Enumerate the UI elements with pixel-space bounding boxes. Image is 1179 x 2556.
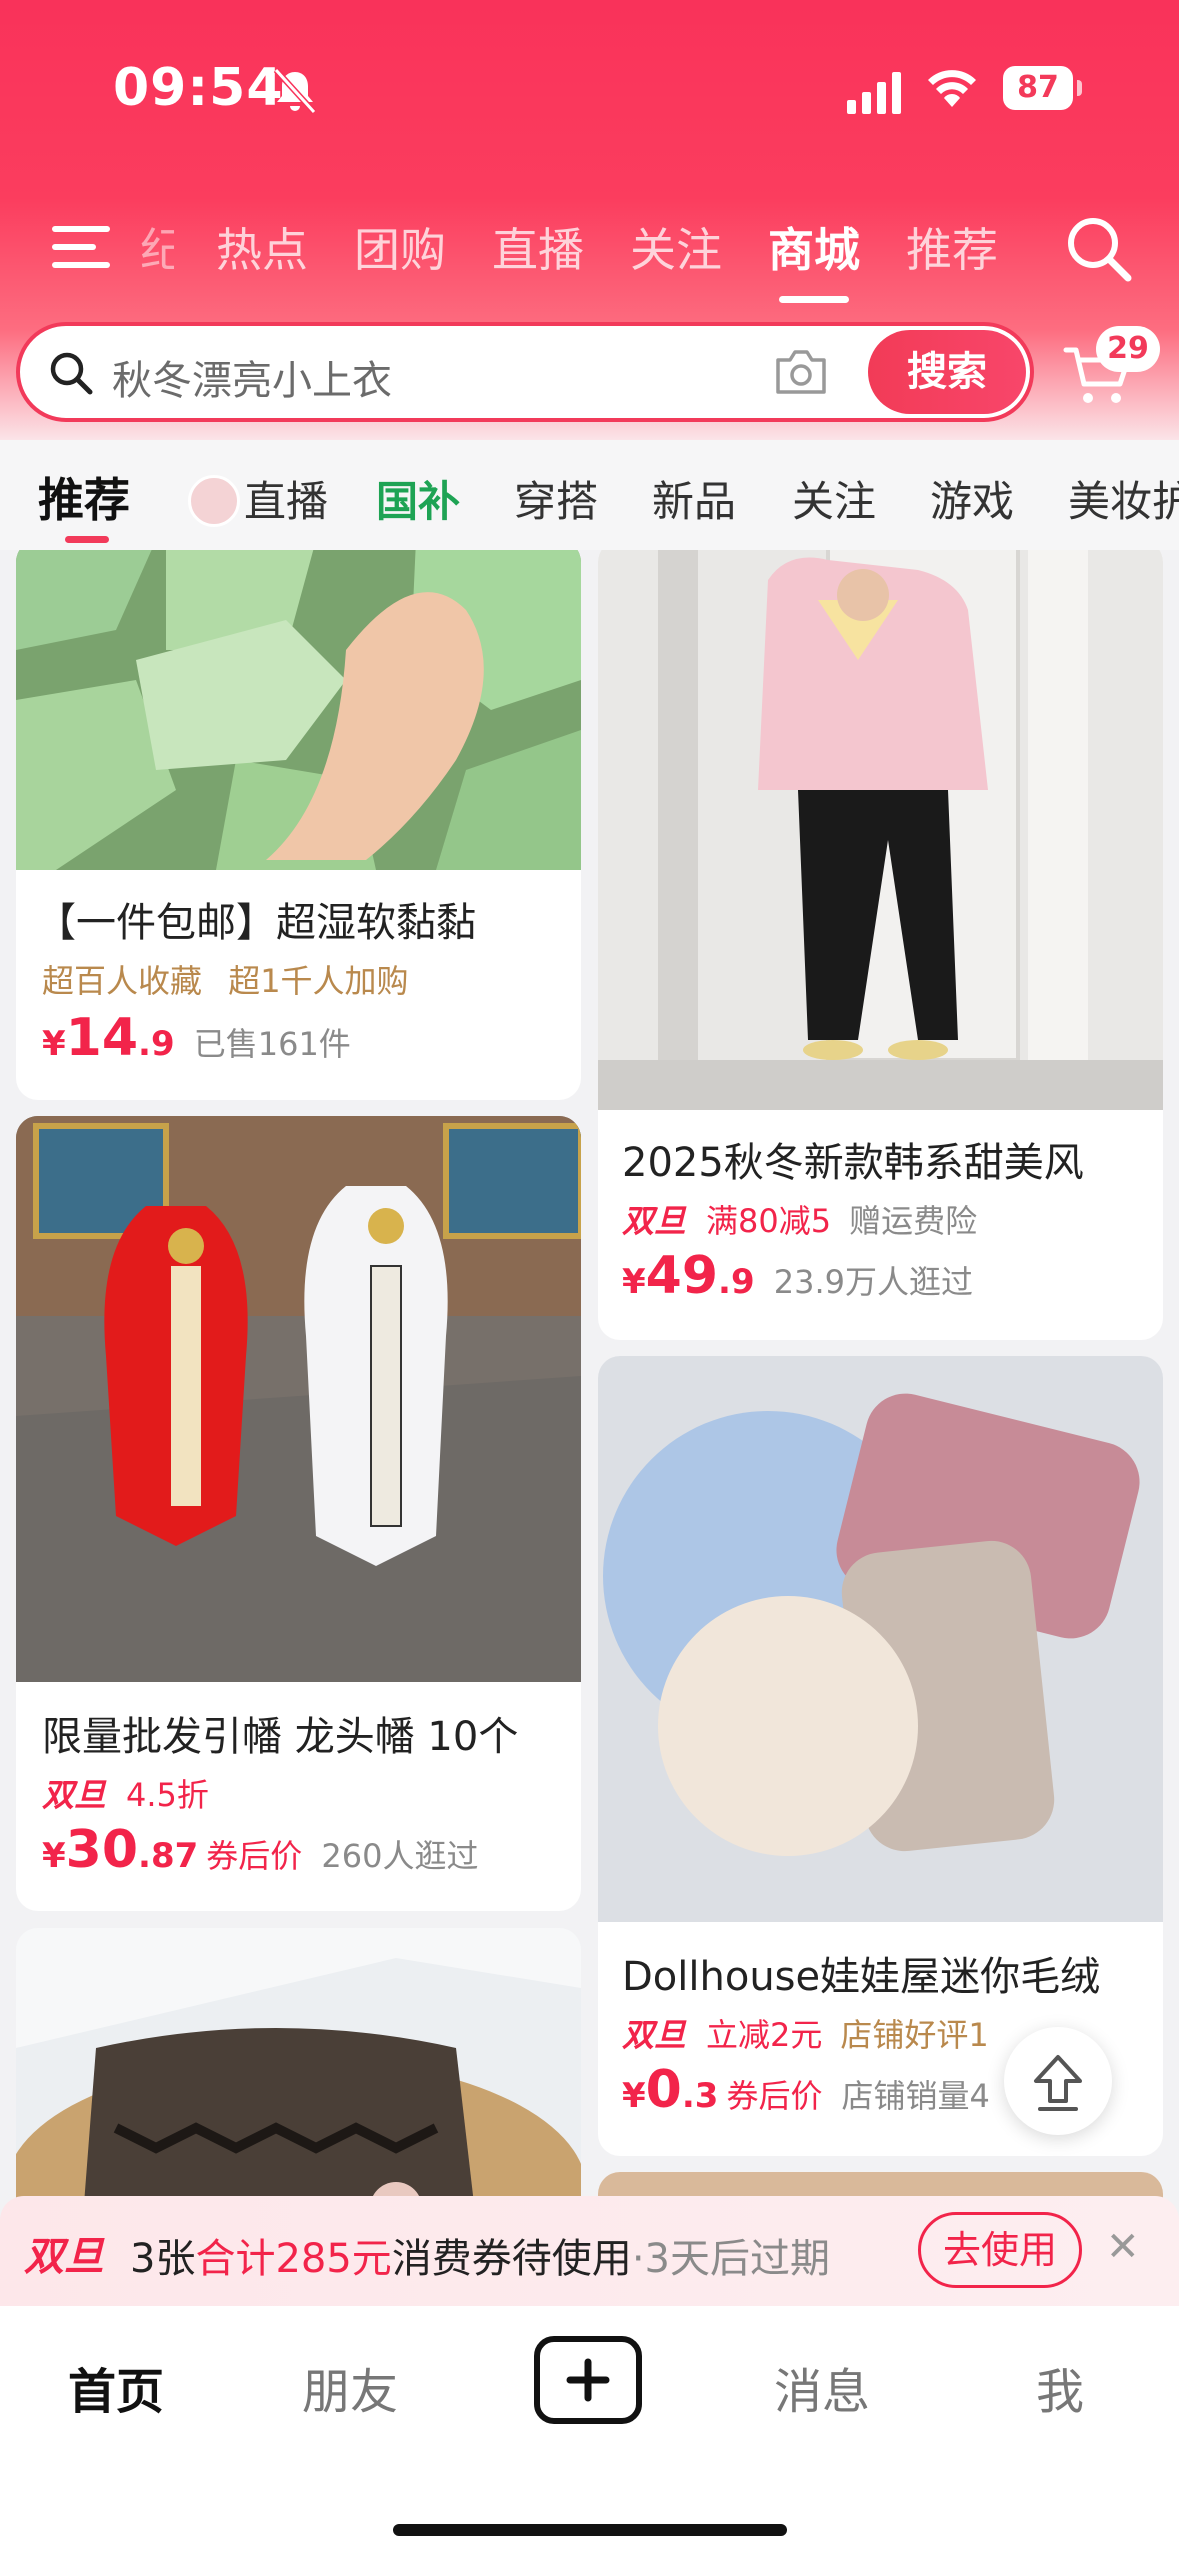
menu-icon[interactable] [52, 222, 114, 272]
nav-tab-group-buy[interactable]: 团购 [354, 214, 446, 280]
live-avatar [188, 474, 240, 527]
arrow-up-icon [1034, 2055, 1082, 2111]
product-price: ¥30.87 [42, 1820, 199, 1880]
discount-tag: 立减2元 [706, 2016, 823, 2054]
battery-indicator: 87 [1003, 66, 1082, 110]
product-title: 限量批发引幡 龙头幡 10个 [42, 1714, 519, 1760]
coupon-desc: 消费券待使用 [391, 2236, 632, 2282]
category-live-label: 直播 [244, 477, 329, 526]
top-navigation: 纪 热点 团购 直播 关注 商城 推荐 [0, 200, 1179, 310]
status-time: 09:54 [113, 58, 284, 118]
tab-messages[interactable]: 消息 [774, 2352, 870, 2422]
search-input[interactable]: 秋冬漂亮小上衣 [112, 348, 392, 406]
promo-badge: 双旦 [42, 1776, 107, 1814]
nav-tab-live[interactable]: 直播 [492, 214, 584, 280]
nav-tab-recommend[interactable]: 推荐 [906, 214, 998, 280]
product-tags: 双旦 立减2元 店铺好评1 [622, 2010, 989, 2056]
category-games[interactable]: 游戏 [930, 468, 1014, 529]
close-icon[interactable]: ✕ [1106, 2224, 1140, 2270]
camera-icon[interactable] [772, 346, 830, 398]
category-follow[interactable]: 关注 [792, 468, 876, 529]
product-tags: 双旦 满80减5 赠运费险 [622, 1196, 977, 1242]
nav-tab-hot[interactable]: 热点 [216, 214, 308, 280]
coupon-expiry: ·3天后过期 [631, 2236, 830, 2282]
cellular-signal-icon [847, 72, 901, 114]
promo-badge: 双旦 [622, 2016, 687, 2054]
nav-tab-mall[interactable]: 商城 [768, 214, 860, 280]
product-price: ¥14.9 [42, 1008, 175, 1068]
bottom-tab-bar: 首页 朋友 消息 我 [0, 2306, 1179, 2556]
category-live[interactable]: 直播 [188, 468, 328, 531]
view-count: 23.9万人逛过 [773, 1263, 973, 1301]
product-tags: 双旦 4.5折 [42, 1770, 209, 1816]
tab-me[interactable]: 我 [1036, 2352, 1084, 2422]
discount-tag: 满80减5 [706, 1202, 832, 1240]
cart-count-badge: 29 [1096, 326, 1160, 372]
after-coupon-label: 券后价 [726, 2077, 823, 2115]
coupon-banner[interactable]: 双旦 3张合计285元消费券待使用·3天后过期 去使用 ✕ [0, 2196, 1179, 2306]
store-sales: 店铺销量4 [841, 2077, 990, 2115]
back-to-top-button[interactable] [1004, 2027, 1112, 2135]
product-feed: 【一件包邮】超湿软黏黏 超百人收藏 超1千人加购 ¥14.9 已售161件 20… [0, 550, 1179, 2300]
use-coupon-button[interactable]: 去使用 [918, 2212, 1082, 2288]
coupon-count: 3张 [130, 2236, 196, 2282]
view-count: 260人逛过 [321, 1837, 479, 1875]
tab-home[interactable]: 首页 [68, 2352, 164, 2422]
search-button[interactable]: 搜索 [868, 330, 1026, 414]
category-new[interactable]: 新品 [652, 468, 736, 529]
status-bar: 09:54 87 [0, 50, 1179, 130]
product-title: 【一件包邮】超湿软黏黏 [36, 900, 476, 946]
sold-count: 已售161件 [193, 1025, 351, 1063]
product-title: Dollhouse娃娃屋迷你毛绒 [622, 1954, 1101, 2000]
category-tabs: 推荐 直播 国补 穿搭 新品 关注 游戏 美妆护 [0, 440, 1179, 550]
home-indicator [393, 2524, 787, 2536]
product-title: 2025秋冬新款韩系甜美风 [622, 1140, 1084, 1186]
search-icon[interactable] [1062, 212, 1134, 284]
bell-mute-icon [273, 67, 317, 115]
shipping-insurance-tag: 赠运费险 [849, 1202, 978, 1240]
tab-friends[interactable]: 朋友 [302, 2352, 398, 2422]
tag-favorites: 超百人收藏 [42, 962, 203, 1000]
product-tags: 超百人收藏 超1千人加购 [42, 956, 409, 1002]
product-image [16, 1116, 581, 1682]
price-line: ¥49.9 23.9万人逛过 [622, 1246, 973, 1306]
search-icon [50, 352, 93, 395]
store-rating-tag: 店铺好评1 [840, 2016, 989, 2054]
category-subsidy[interactable]: 国补 [376, 468, 460, 529]
product-image [598, 1356, 1163, 1922]
create-post-button[interactable] [534, 2336, 642, 2424]
product-price: ¥0.3 [622, 2060, 719, 2120]
active-tab-indicator [779, 296, 849, 303]
coupon-message: 3张合计285元消费券待使用·3天后过期 [130, 2226, 830, 2284]
price-line: ¥14.9 已售161件 [42, 1008, 351, 1068]
category-active-indicator [65, 536, 109, 543]
search-bar[interactable]: 秋冬漂亮小上衣 搜索 [16, 322, 1034, 422]
promo-logo: 双旦 [24, 2234, 104, 2280]
product-card[interactable]: 【一件包邮】超湿软黏黏 超百人收藏 超1千人加购 ¥14.9 已售161件 [16, 550, 581, 1100]
nav-tab-follow[interactable]: 关注 [630, 214, 722, 280]
price-line: ¥30.87 券后价 260人逛过 [42, 1820, 478, 1880]
category-recommend[interactable]: 推荐 [38, 464, 130, 530]
promo-badge: 双旦 [622, 1202, 687, 1240]
discount-tag: 4.5折 [126, 1776, 209, 1814]
wifi-icon [928, 70, 976, 107]
nav-tab-partial[interactable]: 纪 [140, 214, 174, 280]
category-beauty[interactable]: 美妆护 [1068, 468, 1179, 529]
product-card[interactable]: 2025秋冬新款韩系甜美风 双旦 满80减5 赠运费险 ¥49.9 23.9万人逛过 [598, 550, 1163, 1340]
price-line: ¥0.3 券后价 店铺销量4 [622, 2060, 990, 2120]
plus-icon [566, 2358, 610, 2402]
product-image [16, 550, 581, 870]
tag-cart-adds: 超1千人加购 [228, 962, 409, 1000]
product-price: ¥49.9 [622, 1246, 755, 1306]
product-image [598, 550, 1163, 1110]
coupon-total: 合计285元 [195, 2236, 392, 2282]
category-outfit[interactable]: 穿搭 [514, 468, 598, 529]
after-coupon-label: 券后价 [206, 1837, 303, 1875]
product-card[interactable]: 限量批发引幡 龙头幡 10个 双旦 4.5折 ¥30.87 券后价 260人逛过 [16, 1116, 581, 1911]
